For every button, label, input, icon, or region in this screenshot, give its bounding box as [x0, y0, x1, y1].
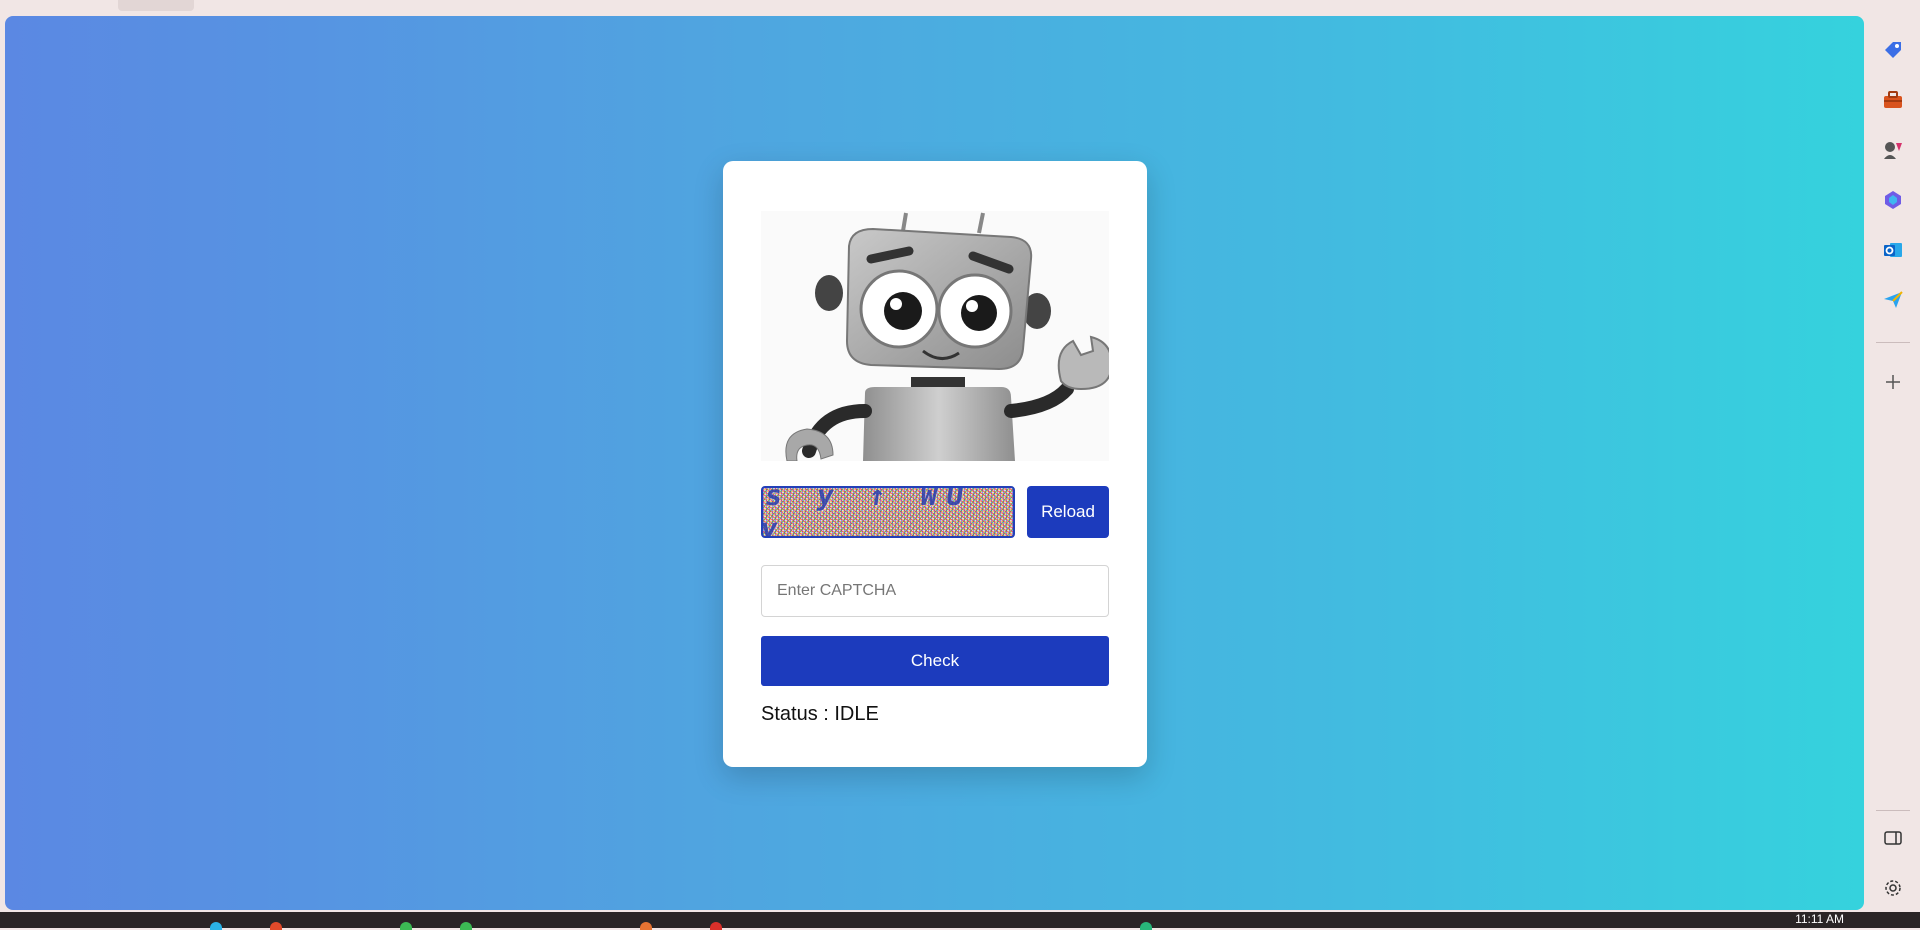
- edge-sidebar: [1866, 0, 1920, 912]
- outlook-icon[interactable]: [1881, 238, 1905, 262]
- taskbar-app-icon[interactable]: [1140, 922, 1152, 930]
- sidebar-divider: [1876, 810, 1910, 811]
- taskbar-app-icon[interactable]: [710, 922, 722, 930]
- taskbar-app-icon[interactable]: [460, 922, 472, 930]
- taskbar-app-icon[interactable]: [400, 922, 412, 930]
- tag-icon[interactable]: [1881, 38, 1905, 62]
- captcha-image: s y ↑ WU y: [761, 486, 1015, 538]
- page-viewport: s y ↑ WU y Reload Check Status : IDLE: [5, 16, 1864, 910]
- os-taskbar: 11:11 AM: [0, 912, 1920, 930]
- check-button[interactable]: Check: [761, 636, 1109, 686]
- taskbar-app-icon[interactable]: [210, 922, 222, 930]
- status-text: Status : IDLE: [761, 703, 879, 725]
- captcha-card: s y ↑ WU y Reload Check Status : IDLE: [723, 161, 1147, 767]
- reload-button[interactable]: Reload: [1027, 486, 1109, 538]
- taskbar-app-icon[interactable]: [270, 922, 282, 930]
- sidebar-divider: [1876, 342, 1910, 343]
- add-icon[interactable]: [1881, 370, 1905, 394]
- captcha-text: s y ↑ WU y: [761, 486, 975, 538]
- toolbox-icon[interactable]: [1881, 88, 1905, 112]
- active-tab[interactable]: [118, 0, 194, 11]
- sidebar-toggle-icon[interactable]: [1881, 826, 1905, 850]
- taskbar-clock: 11:11 AM: [1795, 912, 1844, 926]
- browser-tab-strip: [0, 0, 1920, 15]
- captcha-input[interactable]: [761, 565, 1109, 617]
- send-icon[interactable]: [1881, 288, 1905, 312]
- robot-illustration: [761, 211, 1113, 462]
- settings-icon[interactable]: [1881, 876, 1905, 900]
- captcha-row: s y ↑ WU y Reload: [761, 486, 1109, 538]
- robot-icon: [785, 212, 1113, 462]
- taskbar-app-icon[interactable]: [640, 922, 652, 930]
- copilot-icon[interactable]: [1881, 188, 1905, 212]
- games-icon[interactable]: [1881, 138, 1905, 162]
